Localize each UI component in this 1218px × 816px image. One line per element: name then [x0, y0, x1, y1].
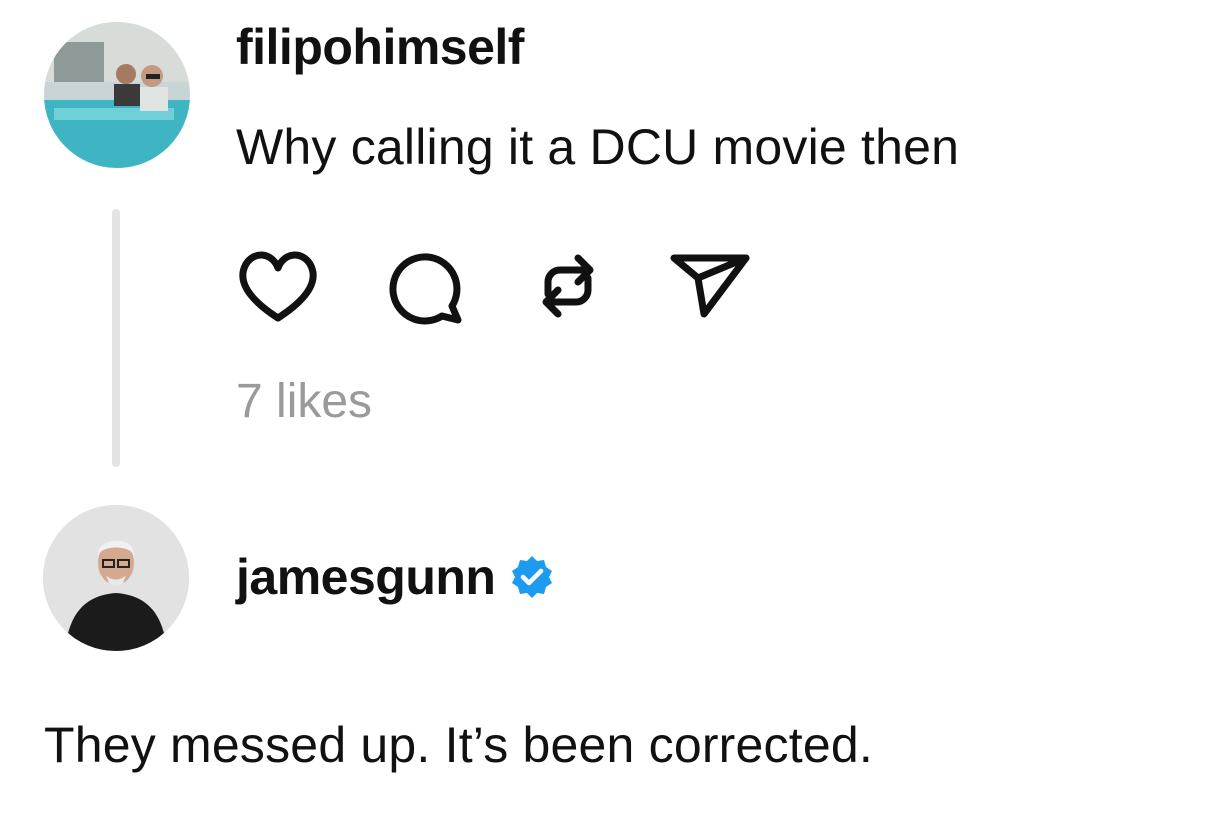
comment-text: Why calling it a DCU movie then: [236, 119, 960, 175]
send-icon: [670, 254, 750, 318]
avatar[interactable]: [43, 505, 189, 651]
comment-icon: [389, 253, 462, 325]
share-button[interactable]: [668, 248, 752, 324]
username[interactable]: filipohimself: [236, 18, 524, 76]
profile-photo-icon: [43, 505, 189, 651]
repost-icon: [542, 254, 594, 318]
reply-button[interactable]: [382, 248, 466, 325]
username-row: jamesgunn: [236, 548, 555, 606]
comment-thread: filipohimself Why calling it a DCU movie…: [0, 0, 1218, 816]
likes-count[interactable]: 7 likes: [236, 374, 372, 429]
repost-button[interactable]: [526, 248, 610, 324]
avatar[interactable]: [44, 22, 190, 168]
username[interactable]: jamesgunn: [236, 548, 496, 606]
verified-badge-icon: [509, 554, 555, 600]
thread-line: [112, 209, 120, 467]
comment-text: They messed up. It’s been corrected.: [44, 717, 873, 773]
like-button[interactable]: [236, 248, 320, 324]
heart-icon: [239, 251, 317, 322]
profile-photo-icon: [44, 22, 190, 168]
